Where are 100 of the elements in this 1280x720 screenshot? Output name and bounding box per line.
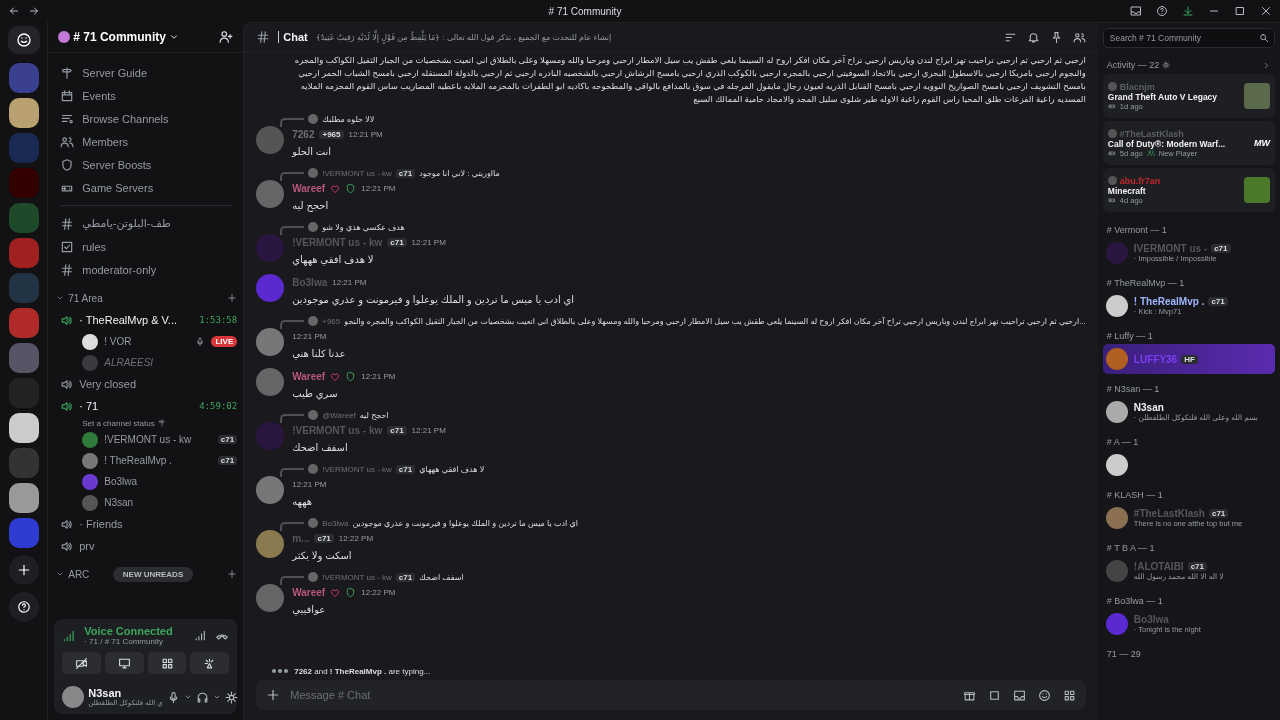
voice-location[interactable]: · 71 / # 71 Community <box>84 637 187 646</box>
nav-item[interactable]: Browse Channels <box>82 112 169 125</box>
soundboard-button[interactable] <box>190 652 230 674</box>
members-icon[interactable] <box>1072 30 1086 44</box>
voice-user[interactable]: ALRAEESI <box>104 357 238 368</box>
invite-icon[interactable] <box>219 30 234 44</box>
voice-channel[interactable]: Very closed <box>79 378 238 390</box>
channel-item[interactable]: rules <box>82 240 107 253</box>
game-picture <box>1244 177 1270 203</box>
server-icon[interactable] <box>8 483 39 513</box>
close-icon[interactable] <box>1260 5 1272 17</box>
reply-text[interactable]: لالا حلوه مطلبك <box>322 114 375 124</box>
voice-user[interactable]: !VERMONT us - kw <box>104 434 212 445</box>
live-badge: LIVE <box>211 336 238 347</box>
message-field[interactable]: Message # Chat <box>290 680 953 710</box>
voice-channel[interactable]: · Friends <box>79 518 238 530</box>
reply-avatar <box>308 316 319 326</box>
member-name[interactable]: N3san <box>1133 402 1164 413</box>
forward-arrow-icon[interactable] <box>28 5 40 17</box>
channel-item[interactable]: moderator-only <box>82 263 157 276</box>
channel-status[interactable]: Set a channel status <box>82 418 155 428</box>
voice-channel[interactable]: · TheRealMvp & V... <box>79 314 194 326</box>
reply-text[interactable]: اي ادب يا ميس ما تردين و الملك يوعلوا و فيرمونت و عذري موجودين <box>352 518 578 528</box>
member-avatar <box>1105 295 1128 317</box>
group-title: # KLASH — 1 <box>1106 490 1164 500</box>
username[interactable]: N3san <box>88 687 163 699</box>
screen-share-button[interactable] <box>104 652 144 674</box>
reply-author[interactable]: !VERMONT us - kw <box>322 572 392 582</box>
message-time: 12:22 PM <box>338 534 374 543</box>
reply-text[interactable]: ارحبي ثم ارحبي تراحيب تهز ابراج لندن وباريس ارحبي تراح آخر مكان افكر اروح له السينما يلعي طقش يب سيل الامطار ارحبي ومرحبا والله ومسهلا وعلى بالطلاق اني اتعيت بشخصيات من الجبار الثقيل الكواكب والمجره والنجو... <box>344 316 1086 326</box>
voice-user[interactable]: ! VOR <box>104 336 190 347</box>
reply-author[interactable]: !VERMONT us - kw <box>322 464 392 474</box>
message-text: عدنا كلنا هني <box>292 347 346 362</box>
settings-icon[interactable] <box>224 690 238 704</box>
reply-avatar <box>308 410 319 420</box>
server-icon[interactable] <box>8 98 39 128</box>
reply-text[interactable]: احجح ليه <box>359 410 389 420</box>
message-author[interactable]: Wareef <box>292 183 326 194</box>
plus-icon[interactable] <box>266 688 281 702</box>
emoji-icon[interactable] <box>1037 688 1051 702</box>
nav-item[interactable]: Events <box>82 89 116 102</box>
category-name[interactable]: 71 Area <box>68 292 224 304</box>
voice-user[interactable]: Bo3lwa <box>104 476 238 487</box>
voice-channel[interactable]: prv <box>79 540 238 552</box>
user-avatar <box>82 333 99 350</box>
message-author[interactable]: 7262 <box>292 129 315 140</box>
message-avatar <box>256 530 285 558</box>
badge-icon <box>345 371 357 382</box>
home-button[interactable] <box>7 26 40 54</box>
reply-author[interactable]: Bo3lwa <box>322 518 349 528</box>
reply-text[interactable]: اسفف اضحك <box>419 572 464 582</box>
camera-button[interactable] <box>62 652 101 674</box>
message-time: 12:21 PM <box>411 238 446 247</box>
reply-text[interactable]: لا هدف افقي هههاي <box>419 464 485 474</box>
headphones-icon[interactable] <box>195 690 209 704</box>
message-avatar <box>256 180 285 208</box>
apps-icon[interactable] <box>1062 688 1076 702</box>
voice-user[interactable]: N3san <box>104 497 238 508</box>
new-unreads-button[interactable]: NEW UNREADS <box>112 566 194 582</box>
discover-button[interactable] <box>8 592 39 622</box>
gamepad-icon <box>1107 102 1116 110</box>
speaker-icon <box>60 539 74 553</box>
nav-item[interactable]: Server Guide <box>82 66 148 79</box>
nav-item[interactable]: Server Boosts <box>82 158 152 171</box>
add-server-button[interactable] <box>8 555 39 585</box>
voice-user[interactable]: ! TheRealMvp . <box>104 455 212 466</box>
plus-icon[interactable] <box>227 569 238 579</box>
voice-channel[interactable]: · 71 <box>79 400 194 412</box>
member-name[interactable]: ! TheRealMvp . <box>1133 296 1205 307</box>
download-icon[interactable] <box>1182 5 1194 17</box>
search-field[interactable]: Search # 71 Community <box>1102 28 1275 48</box>
reply-author[interactable]: @Wareef <box>322 410 356 420</box>
inbox-icon[interactable] <box>1130 5 1142 17</box>
nav-item[interactable]: Game Servers <box>82 181 154 194</box>
category-name[interactable]: ARC <box>68 568 90 580</box>
reply-text[interactable]: مااوريتي : لاني انا موجود <box>419 168 500 178</box>
message-author[interactable]: Wareef <box>292 587 326 598</box>
message-composer[interactable]: Message # Chat <box>256 680 1086 710</box>
reply-author[interactable]: +965 <box>322 316 341 326</box>
plus-icon[interactable] <box>227 293 238 303</box>
member-avatar <box>1105 507 1128 529</box>
bell-icon[interactable] <box>1026 30 1040 44</box>
chevron-right-icon[interactable] <box>1262 60 1271 70</box>
server-name[interactable]: # 71 Community <box>73 30 166 44</box>
reply-text[interactable]: هدف عكسي هذي ولا شو <box>322 222 405 232</box>
channel-item[interactable]: طف-البلوتن-يامطي <box>82 217 171 230</box>
nav-item[interactable]: Members <box>82 135 129 148</box>
reply-avatar <box>308 114 319 124</box>
reply-line <box>280 413 305 423</box>
user-avatar <box>82 494 99 511</box>
activities-button[interactable] <box>147 652 187 674</box>
message-time: 12:21 PM <box>292 480 327 489</box>
back-arrow-icon[interactable] <box>8 5 20 17</box>
message-author[interactable]: Wareef <box>292 371 326 382</box>
server-icon[interactable] <box>8 413 39 443</box>
reply-author[interactable]: !VERMONT us - kw <box>322 168 392 178</box>
help-icon[interactable] <box>1156 5 1168 17</box>
noise-icon[interactable] <box>194 629 208 642</box>
maximize-icon[interactable] <box>1234 5 1246 17</box>
typing-dots-icon <box>272 669 289 673</box>
